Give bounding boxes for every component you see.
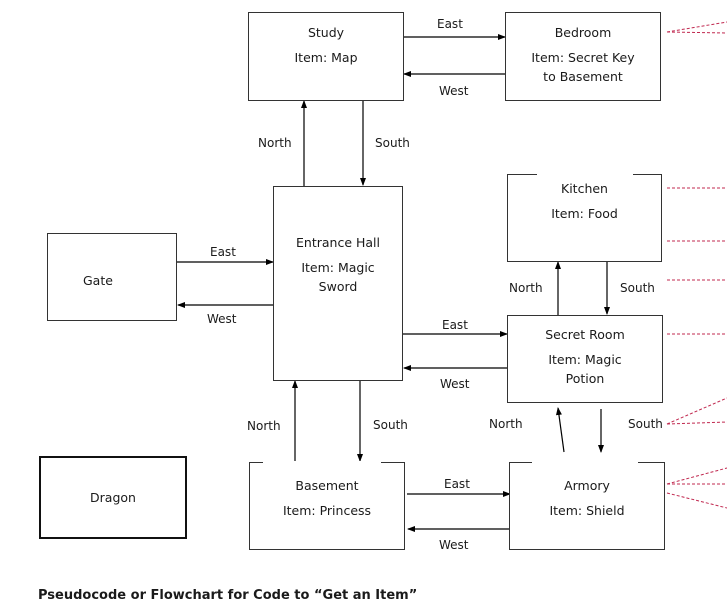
comment-connector	[666, 397, 727, 425]
label-north: North	[489, 417, 523, 431]
room-item: Item: Shield	[549, 503, 625, 518]
room-item: Item: Secret Key to Basement	[531, 50, 635, 84]
label-east: East	[210, 245, 236, 259]
room-item: Item: Magic Sword	[301, 260, 375, 294]
room-item: Item: Food	[551, 206, 618, 221]
room-name: Secret Room	[545, 327, 625, 342]
label-south: South	[620, 281, 655, 295]
room-name: Bedroom	[554, 25, 612, 40]
label-east: East	[444, 477, 470, 491]
room-name: Dragon	[90, 490, 136, 505]
section-heading: Pseudocode or Flowchart for Code to “Get…	[38, 588, 418, 603]
room-basement: Basement Item: Princess	[249, 462, 405, 550]
label-east: East	[437, 17, 463, 31]
room-entrance-hall: Entrance Hall Item: Magic Sword	[273, 186, 403, 381]
room-name: Basement	[295, 478, 359, 493]
arrow-armory-to-secret-north	[555, 407, 565, 453]
room-name: Armory	[564, 478, 610, 493]
room-study: Study Item: Map	[248, 12, 404, 101]
comment-connector	[666, 467, 727, 485]
comment-connector	[666, 492, 727, 509]
room-item: Item: Magic Potion	[548, 352, 622, 386]
label-south: South	[628, 417, 663, 431]
room-item: Item: Princess	[282, 503, 372, 518]
room-name: Study	[307, 25, 345, 40]
label-south: South	[373, 418, 408, 432]
room-secret-room: Secret Room Item: Magic Potion	[507, 315, 663, 403]
room-name: Gate	[83, 273, 113, 288]
comment-connector	[666, 21, 727, 33]
room-name: Entrance Hall	[296, 235, 380, 250]
comment-connector	[666, 31, 727, 34]
room-armory: Armory Item: Shield	[509, 462, 665, 550]
label-south: South	[375, 136, 410, 150]
room-bedroom: Bedroom Item: Secret Key to Basement	[505, 12, 661, 101]
label-west: West	[439, 84, 469, 98]
label-north: North	[509, 281, 543, 295]
label-west: West	[439, 538, 469, 552]
room-dragon: Dragon	[39, 456, 187, 539]
label-north: North	[247, 419, 281, 433]
label-east: East	[442, 318, 468, 332]
room-name: Kitchen	[561, 181, 608, 196]
label-north: North	[258, 136, 292, 150]
room-gate: Gate	[47, 233, 177, 321]
room-kitchen: Kitchen Item: Food	[507, 174, 662, 262]
label-west: West	[440, 377, 470, 391]
comment-connector	[666, 421, 727, 425]
room-item: Item: Map	[294, 50, 358, 65]
label-west: West	[207, 312, 237, 326]
